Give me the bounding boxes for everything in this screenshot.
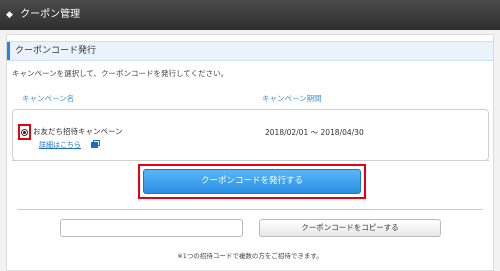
- external-window-icon: [91, 140, 100, 148]
- copy-coupon-button[interactable]: クーポンコードをコピーする: [259, 219, 441, 237]
- diamond-icon: ◆: [6, 10, 13, 20]
- campaign-radio[interactable]: [21, 129, 28, 136]
- column-header-campaign-period: キャンペーン期間: [262, 94, 322, 103]
- coupon-code-field[interactable]: [60, 219, 243, 237]
- invite-note: ※1つの招待コードで複数の方をご招待できます。: [177, 252, 323, 260]
- table-row[interactable]: お友だち招待キャンペーン 詳細はこちら 2018/02/01 ～ 2018/04…: [12, 109, 489, 161]
- coupon-panel: クーポンコード発行 キャンペーンを選択して、クーポンコードを発行してください。 …: [6, 34, 494, 271]
- issue-button-highlight: クーポンコードを発行する: [138, 164, 366, 199]
- section-title: クーポンコード発行: [7, 41, 493, 61]
- divider: [17, 209, 483, 210]
- page-title: クーポン管理: [20, 9, 81, 20]
- issue-coupon-button[interactable]: クーポンコードを発行する: [143, 169, 361, 194]
- app-header: ◆ クーポン管理: [0, 0, 500, 30]
- campaign-period: 2018/02/01 ～ 2018/04/30: [265, 128, 364, 137]
- column-header-campaign-name: キャンペーン名: [22, 94, 75, 103]
- campaign-name: お友だち招待キャンペーン: [33, 127, 123, 136]
- detail-link[interactable]: 詳細はこちら: [39, 140, 81, 150]
- section-description: キャンペーンを選択して、クーポンコードを発行してください。: [12, 69, 229, 78]
- radio-highlight: [18, 124, 31, 140]
- campaign-table: キャンペーン名 キャンペーン期間 お友だち招待キャンペーン 詳細はこちら 201…: [12, 83, 489, 161]
